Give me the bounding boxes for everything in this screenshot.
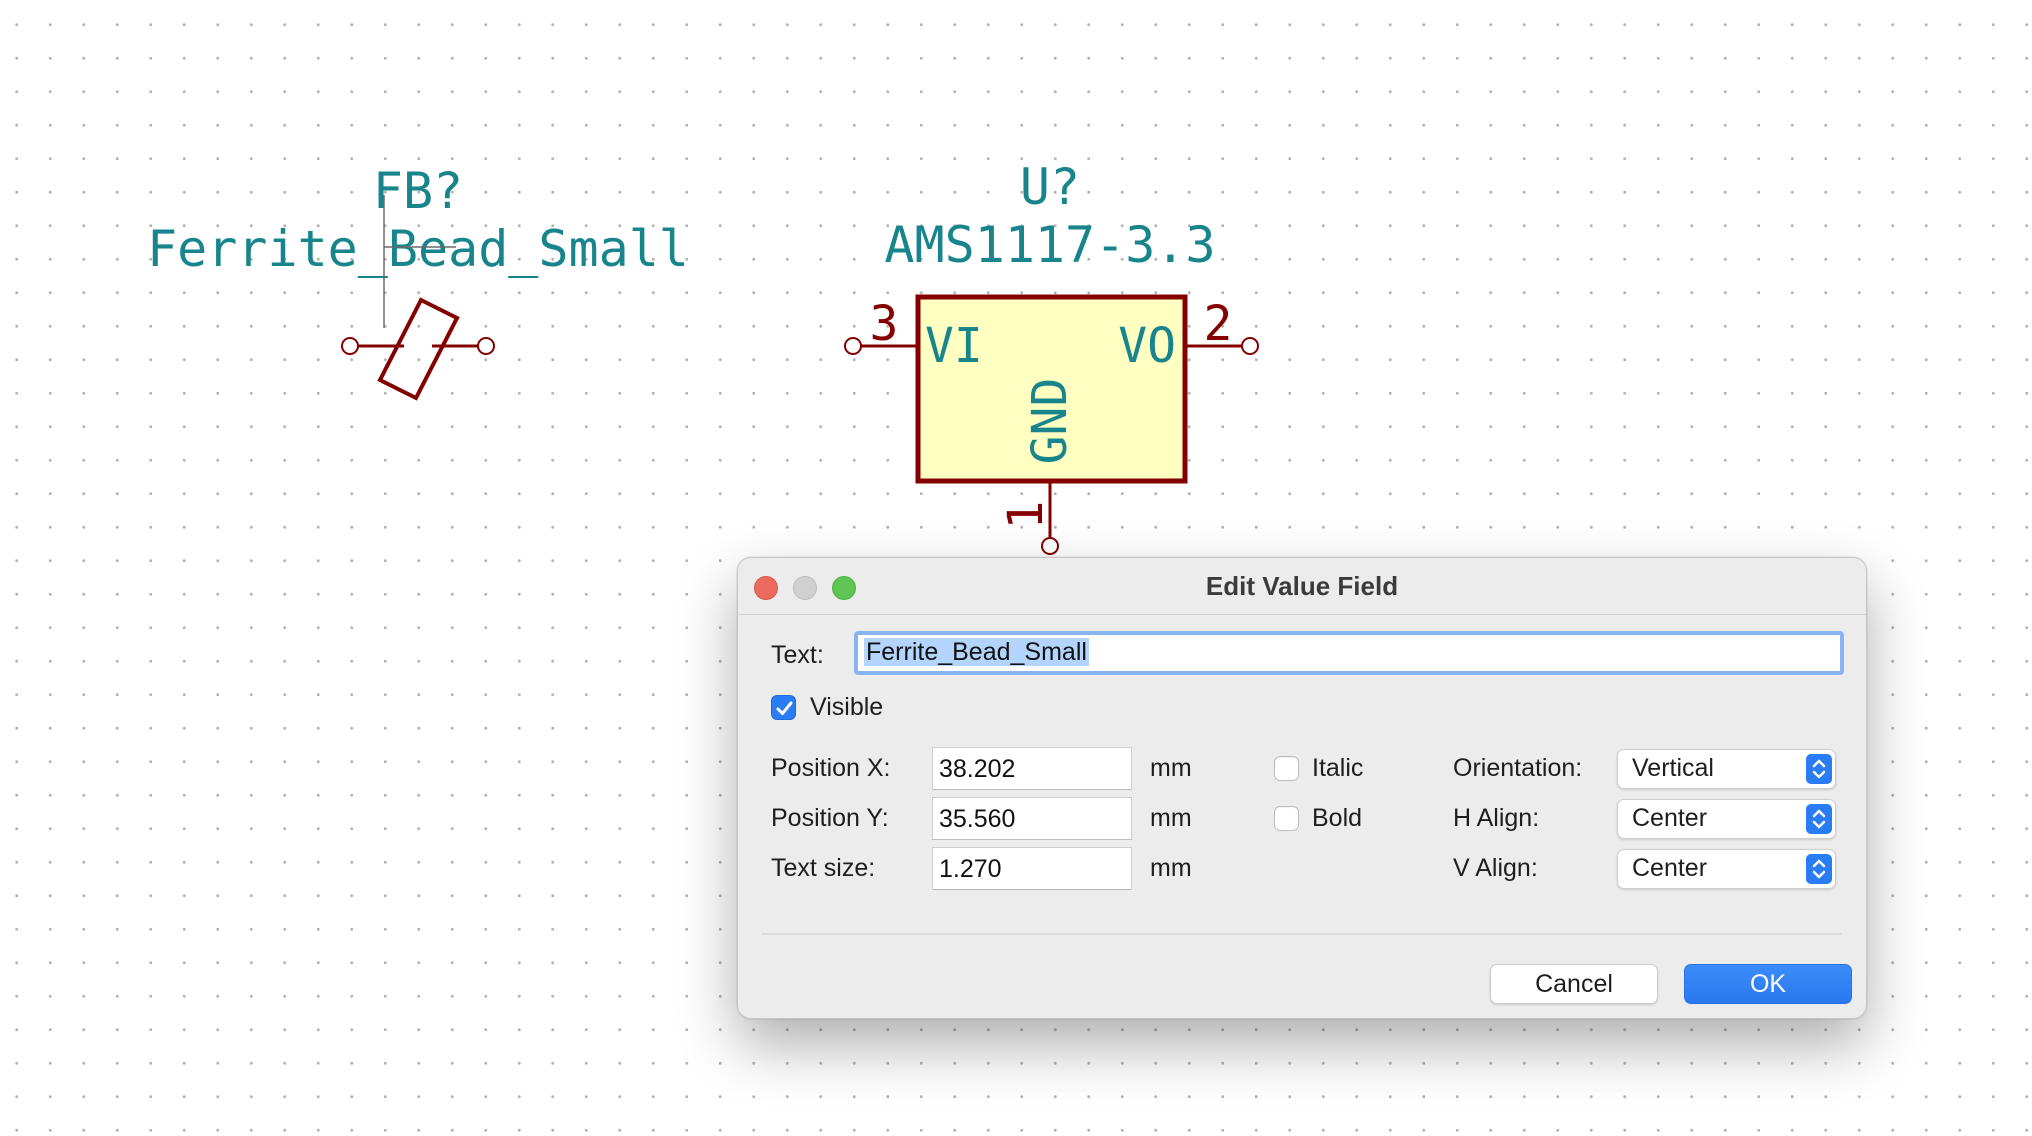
ferrite-value[interactable]: Ferrite_Bead_Small: [147, 220, 689, 278]
cancel-button[interactable]: Cancel: [1490, 964, 1658, 1004]
pin-vo-end[interactable]: [1241, 337, 1259, 355]
pin-gnd-end[interactable]: [1041, 537, 1059, 555]
edit-value-dialog: Edit Value Field Text: Ferrite_Bead_Smal…: [737, 557, 1867, 1019]
position-x-label: Position X:: [771, 754, 891, 782]
italic-checkbox[interactable]: [1274, 756, 1299, 781]
orientation-select[interactable]: Vertical: [1617, 749, 1836, 789]
text-size-label: Text size:: [771, 854, 876, 882]
text-size-input[interactable]: 1.270: [932, 847, 1132, 890]
ferrite-pin-end-left[interactable]: [341, 337, 359, 355]
button-divider: [762, 933, 1842, 935]
regulator-symbol[interactable]: U? AMS1117-3.3 3 2 1 VI VO GND: [844, 158, 1259, 555]
ferrite-bead-symbol[interactable]: FB? Ferrite_Bead_Small: [147, 162, 689, 401]
v-align-select[interactable]: Center: [1617, 849, 1836, 889]
pin-vi-label: VI: [925, 318, 983, 374]
text-label: Text:: [771, 641, 824, 669]
pin-gnd-label: GND: [1022, 378, 1078, 465]
updown-chevron-icon: [1806, 854, 1832, 884]
bold-checkbox[interactable]: [1274, 806, 1299, 831]
pin-vi-number: 3: [870, 296, 899, 352]
pin-vi-end[interactable]: [844, 337, 862, 355]
visible-label[interactable]: Visible: [810, 693, 883, 722]
position-x-input[interactable]: 38.202: [932, 747, 1132, 790]
visible-checkbox[interactable]: [771, 695, 796, 720]
h-align-select[interactable]: Center: [1617, 799, 1836, 839]
position-x-unit: mm: [1150, 754, 1192, 782]
ferrite-body: [377, 297, 460, 401]
titlebar-divider: [738, 614, 1866, 615]
dialog-title: Edit Value Field: [1205, 571, 1399, 601]
v-align-label: V Align:: [1453, 854, 1538, 882]
ferrite-pin-end-right[interactable]: [477, 337, 495, 355]
checkmark-icon: [776, 701, 793, 715]
bold-label[interactable]: Bold: [1312, 804, 1362, 833]
regulator-reference[interactable]: U?: [1020, 158, 1080, 216]
pin-gnd-number: 1: [998, 501, 1054, 530]
italic-label[interactable]: Italic: [1312, 754, 1363, 783]
regulator-value[interactable]: AMS1117-3.3: [884, 216, 1215, 274]
orientation-value: Vertical: [1632, 754, 1714, 782]
text-value-input[interactable]: Ferrite_Bead_Small: [854, 631, 1844, 675]
updown-chevron-icon: [1806, 804, 1832, 834]
text-value-selection: Ferrite_Bead_Small: [864, 638, 1089, 666]
pin-vo-number: 2: [1204, 296, 1233, 352]
h-align-label: H Align:: [1453, 804, 1540, 832]
position-y-label: Position Y:: [771, 804, 889, 832]
position-y-input[interactable]: 35.560: [932, 797, 1132, 840]
pin-vo-label: VO: [1118, 318, 1176, 374]
updown-chevron-icon: [1806, 754, 1832, 784]
dialog-titlebar[interactable]: Edit Value Field: [738, 558, 1866, 614]
position-y-unit: mm: [1150, 804, 1192, 832]
ok-button[interactable]: OK: [1684, 964, 1852, 1004]
text-size-unit: mm: [1150, 854, 1192, 882]
ferrite-reference[interactable]: FB?: [373, 162, 463, 220]
h-align-value: Center: [1632, 804, 1708, 832]
orientation-label: Orientation:: [1453, 754, 1583, 782]
v-align-value: Center: [1632, 854, 1708, 882]
